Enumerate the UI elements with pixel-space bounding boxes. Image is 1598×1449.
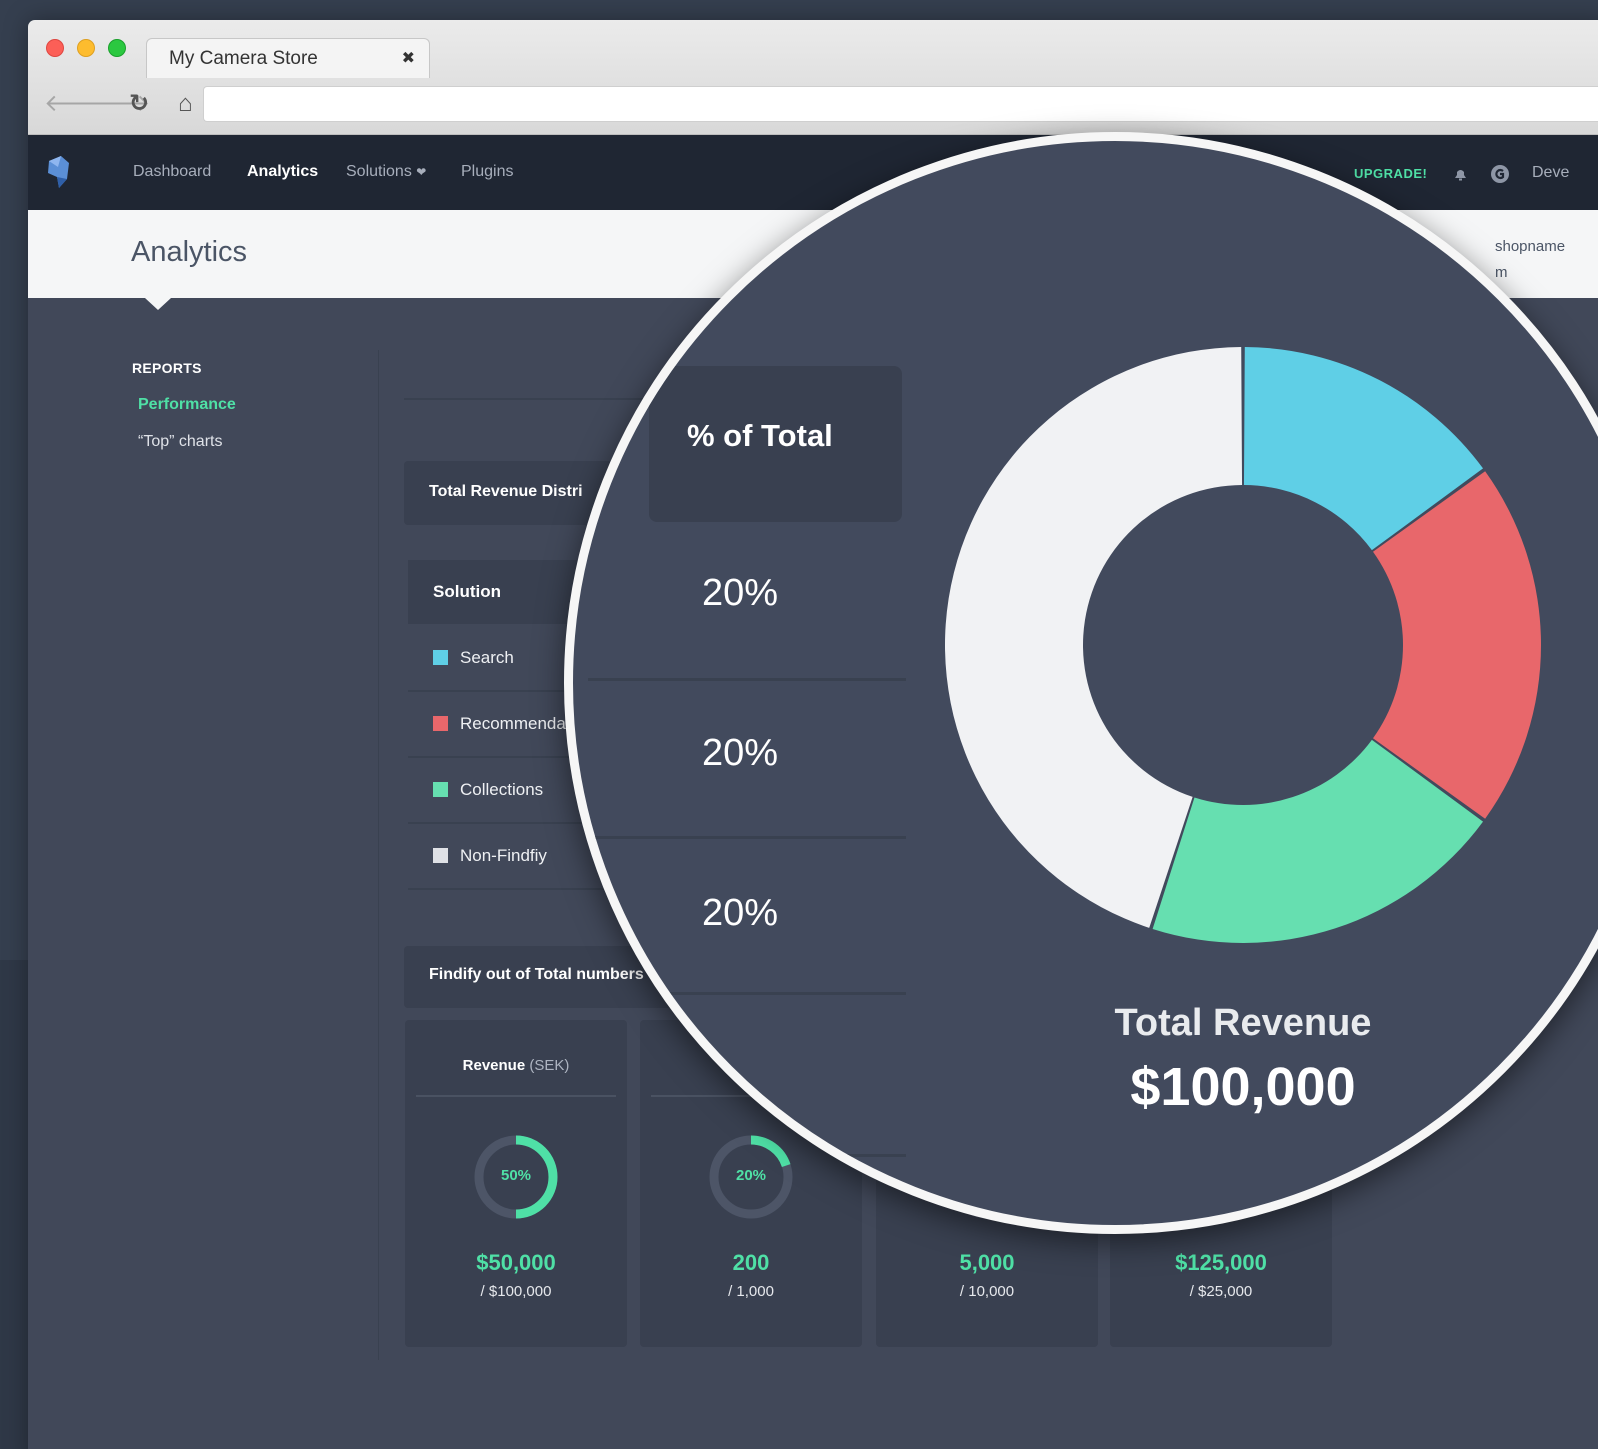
- card-total: / $100,000: [480, 1283, 552, 1300]
- percent-column-label: % of Total: [687, 418, 833, 453]
- legend-swatch: [433, 650, 448, 665]
- card-value: 5,000: [959, 1250, 1015, 1275]
- ring-label: 50%: [500, 1167, 532, 1184]
- magnified-content: % of Total 20% 20% 20% Total Revenue $10…: [573, 141, 1598, 1225]
- legend-swatch: [433, 782, 448, 797]
- page-title: Analytics: [131, 236, 248, 268]
- percent-value: 20%: [702, 732, 779, 774]
- browser-window: My Camera Store ✖ 🡐 🡒 ↻ ⌂ Dashboard Anal…: [28, 20, 1598, 1449]
- card-title-label: Revenue: [462, 1057, 526, 1074]
- chevron-down-icon: ❤: [416, 165, 427, 179]
- address-bar[interactable]: [203, 86, 1598, 122]
- legend-swatch: [433, 848, 448, 863]
- card-title-unit: (SEK): [529, 1057, 570, 1074]
- solution-label: Non-Findfiy: [460, 846, 547, 865]
- nav-dashboard[interactable]: Dashboard: [133, 163, 211, 181]
- solution-column-label: Solution: [433, 582, 501, 601]
- total-revenue-label: Total Revenue: [1114, 1002, 1372, 1044]
- nav-solutions-label: Solutions: [346, 163, 412, 180]
- total-revenue-value: $100,000: [1130, 1057, 1356, 1117]
- browser-chrome: My Camera Store ✖ 🡐 🡒 ↻ ⌂: [28, 20, 1598, 135]
- findify-logo-icon[interactable]: [45, 155, 71, 189]
- tab-close-icon[interactable]: ✖: [402, 48, 415, 68]
- nav-solutions[interactable]: Solutions ❤: [346, 163, 426, 181]
- nav-analytics[interactable]: Analytics: [247, 163, 318, 181]
- sidebar-divider: [378, 350, 379, 1360]
- sidebar-heading: REPORTS: [132, 360, 202, 376]
- row-divider: [588, 836, 906, 839]
- card-value: $50,000: [476, 1250, 556, 1275]
- card-total: / $25,000: [1189, 1283, 1253, 1300]
- home-icon[interactable]: ⌂: [178, 90, 193, 118]
- nav-plugins[interactable]: Plugins: [461, 163, 513, 181]
- card-value: 200: [732, 1250, 770, 1275]
- maximize-window-button[interactable]: [108, 39, 126, 57]
- legend-swatch: [433, 716, 448, 731]
- header-pointer: [145, 298, 171, 310]
- reload-icon[interactable]: ↻: [129, 90, 149, 118]
- solution-label: Search: [460, 648, 514, 667]
- row-divider: [588, 678, 906, 681]
- row-divider: [588, 1154, 906, 1157]
- solution-label: Collections: [460, 780, 544, 799]
- card-value: $125,000: [1175, 1250, 1267, 1275]
- row-divider: [588, 992, 906, 995]
- card-total: / 1,000: [728, 1283, 774, 1300]
- minimize-window-button[interactable]: [77, 39, 95, 57]
- magnifier-lens: % of Total 20% 20% 20% Total Revenue $10…: [564, 132, 1598, 1234]
- solution-label: Recommenda: [460, 714, 566, 733]
- percent-value: 20%: [702, 892, 779, 934]
- sidebar-item-top-charts[interactable]: “Top” charts: [138, 433, 222, 451]
- card-total: / 10,000: [959, 1283, 1015, 1300]
- close-window-button[interactable]: [46, 39, 64, 57]
- revenue-donut-chart: [945, 347, 1541, 944]
- tab-title: My Camera Store: [169, 48, 318, 69]
- browser-tab[interactable]: My Camera Store ✖: [146, 38, 430, 78]
- distribution-heading: Total Revenue Distri: [429, 483, 583, 500]
- percent-value: 20%: [702, 572, 779, 614]
- sidebar-item-performance[interactable]: Performance: [138, 396, 236, 414]
